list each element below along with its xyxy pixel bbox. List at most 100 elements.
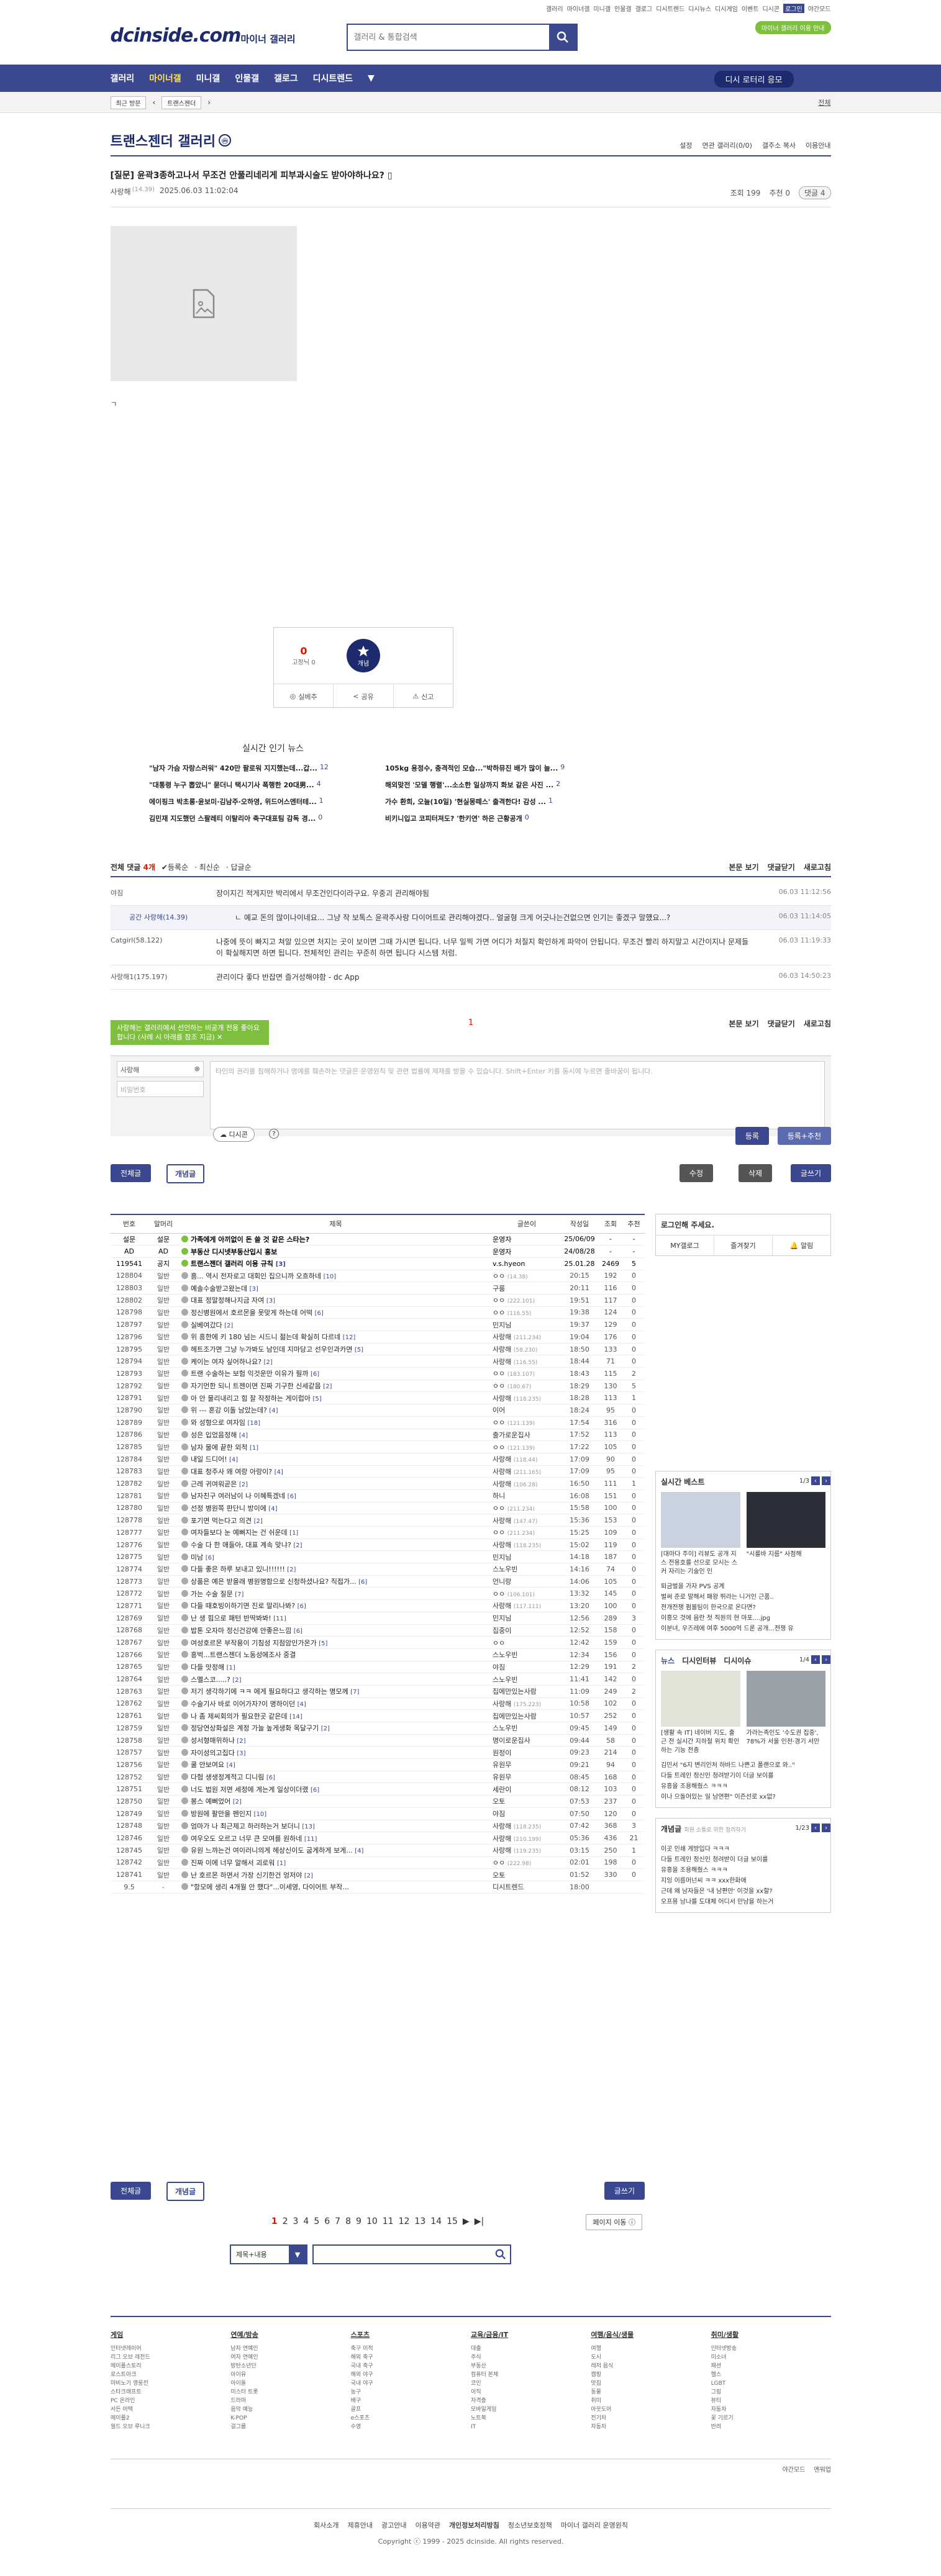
- footer-link[interactable]: K-POP: [230, 2414, 350, 2423]
- row-writer[interactable]: 사랑해 (118.235): [493, 1391, 561, 1405]
- nav-item[interactable]: 갤로그: [274, 72, 298, 84]
- row-writer[interactable]: 사랑해 (118.235): [493, 1539, 561, 1552]
- row-comment-count[interactable]: [2]: [264, 1359, 273, 1366]
- row-comment-count[interactable]: [1]: [289, 1530, 298, 1537]
- submit-comment-button[interactable]: 등록: [735, 1127, 769, 1145]
- list-item[interactable]: 다들 트레인 정신인 청려받기이 더글 보이를: [661, 1771, 825, 1781]
- row-title[interactable]: 예솔수술받고왔는데 [3]: [179, 1281, 493, 1295]
- footer-link[interactable]: 국내 야구: [351, 2379, 471, 2388]
- row-comment-count[interactable]: [2]: [239, 1481, 248, 1488]
- page-link[interactable]: 6: [324, 2217, 330, 2226]
- page-link[interactable]: 15: [447, 2217, 458, 2226]
- help-icon[interactable]: ?: [269, 1129, 279, 1139]
- top-link[interactable]: 디시트렌드: [656, 4, 684, 13]
- list-item[interactable]: 오프용 남나를 도대체 어디서 만남을 하는거: [661, 1897, 825, 1907]
- footer-link[interactable]: 주식: [471, 2353, 591, 2362]
- comment-writer[interactable]: 야짐: [111, 888, 216, 899]
- footer-link[interactable]: 로스트아크: [111, 2370, 230, 2379]
- row-title[interactable]: 미남 [6]: [179, 1550, 493, 1564]
- footer-link[interactable]: 자동차: [711, 2405, 831, 2414]
- row-title[interactable]: 내일 드디어! [4]: [179, 1453, 493, 1466]
- news-item[interactable]: 비키니입고 코피터져도? '한키연' 하은 근황공개 0: [385, 813, 609, 823]
- sort-latest[interactable]: · 최신순: [194, 862, 220, 872]
- row-title[interactable]: 자기먼한 되니 트젠이면 진짜 기구한 신세같음 [2]: [179, 1380, 493, 1393]
- share-button[interactable]: < 공유: [334, 684, 394, 708]
- tab-issue[interactable]: 디시이슈: [724, 1655, 751, 1666]
- row-title[interactable]: 봉스 예뻐었어 [2]: [179, 1795, 493, 1808]
- post-comment-count[interactable]: 댓글 4: [798, 186, 831, 199]
- all-posts-button-bottom[interactable]: 전체글: [111, 2182, 152, 2200]
- row-writer[interactable]: 민지님: [493, 1318, 561, 1331]
- row-title[interactable]: 밥톤 오자마 정신건강에 안좋은느낌 [6]: [179, 1624, 493, 1637]
- best-thumb[interactable]: [대마다 주이] 리뷰도 공개 지스 전용호를 선으로 모시는 스커 자리는 기…: [661, 1492, 740, 1576]
- top-link[interactable]: 디시게임: [715, 4, 738, 13]
- gallery-option[interactable]: 설정: [680, 140, 692, 150]
- top-link[interactable]: 디시콘: [762, 4, 780, 13]
- page-link[interactable]: 8: [345, 2217, 351, 2226]
- row-writer[interactable]: 운영자: [493, 1245, 561, 1258]
- row-title[interactable]: 다들 좋은 하루 보내고 있니!!!!!! [2]: [179, 1563, 493, 1576]
- row-comment-count[interactable]: [6]: [298, 1603, 306, 1610]
- row-title[interactable]: 대표 청주사 왜 여랑 아랑이? [4]: [179, 1465, 493, 1478]
- row-writer[interactable]: 유원무: [493, 1771, 561, 1784]
- row-writer[interactable]: ㅇㅇ (180.67): [493, 1380, 561, 1393]
- footer-link[interactable]: 취미: [591, 2397, 711, 2405]
- list-item[interactable]: 퇴금벌을 가자 PVS 공계: [661, 1581, 825, 1592]
- footer-link[interactable]: 남자 연예인: [230, 2344, 350, 2353]
- row-comment-count[interactable]: [6]: [358, 1579, 367, 1586]
- gallery-option[interactable]: 연관 갤러리(0/0): [702, 140, 752, 150]
- footer-link[interactable]: 레저 음식: [591, 2362, 711, 2370]
- footer-link[interactable]: 드라마: [230, 2397, 350, 2405]
- footer-link[interactable]: 인터넷방송: [711, 2344, 831, 2353]
- list-item[interactable]: 전개전쟁 펌볼팀이 한국으로 온다면?: [661, 1602, 825, 1613]
- list-item[interactable]: 지잉 이름머넌씨 ㅋㅋ xxx한화애: [661, 1876, 825, 1886]
- footer-bottom-link[interactable]: 광고안내: [381, 2520, 406, 2530]
- footer-link[interactable]: 인터넷레이어: [111, 2344, 230, 2353]
- top-link[interactable]: 디시뉴스: [688, 4, 711, 13]
- row-title[interactable]: 여자들보다 눈 예뻐지는 건 쉬운데 [1]: [179, 1526, 493, 1539]
- row-writer[interactable]: 디시트렌드: [493, 1881, 561, 1894]
- footer-link[interactable]: 자동차: [591, 2423, 711, 2431]
- row-writer[interactable]: 사랑해 (116.55): [493, 1355, 561, 1368]
- concept-posts-button[interactable]: 개념글: [166, 1164, 205, 1183]
- row-title[interactable]: 정당연상화설은 계정 가늘 높게생화 목달구기 [2]: [179, 1722, 493, 1735]
- next-page-icon[interactable]: ▶: [463, 2217, 470, 2226]
- row-comment-count[interactable]: [11]: [304, 1836, 317, 1843]
- list-item[interactable]: 이흥오 것에 음란 첫 직원의 현 마포....jpg: [661, 1613, 825, 1624]
- close-icon[interactable]: ✕: [217, 1033, 222, 1041]
- favorites-tab[interactable]: 즐겨찾기: [714, 1236, 773, 1255]
- row-comment-count[interactable]: [6]: [288, 1493, 296, 1500]
- my-gallog-tab[interactable]: MY갤로그: [656, 1236, 714, 1255]
- save-best-button[interactable]: ◎ 실베추: [274, 684, 334, 708]
- row-title[interactable]: 정신병원에서 호르몬을 못맞게 하는데 어떡 [6]: [179, 1306, 493, 1319]
- footer-link[interactable]: 여자 연예인: [230, 2353, 350, 2362]
- row-writer[interactable]: ㅇㅇ (116.55): [493, 1306, 561, 1319]
- footer-link[interactable]: 미소녀: [711, 2353, 831, 2362]
- row-title[interactable]: 성은 입었음정해 [4]: [179, 1429, 493, 1442]
- list-item[interactable]: 유흥을 조용해줬스 ㅋㅋㅋ: [661, 1781, 825, 1792]
- row-comment-count[interactable]: [2]: [304, 1873, 313, 1879]
- footer-link[interactable]: 여행: [591, 2344, 711, 2353]
- page-link[interactable]: 10: [366, 2217, 378, 2226]
- night-mode-toggle[interactable]: 야간모드: [783, 2464, 806, 2474]
- row-title[interactable]: 진짜 이에 너무 알해서 괴로워 [1]: [179, 1856, 493, 1869]
- search-button[interactable]: [548, 25, 576, 50]
- footer-link[interactable]: 스타크래프트: [111, 2388, 230, 2397]
- row-comment-count[interactable]: [1]: [250, 1445, 258, 1452]
- footer-link[interactable]: 컴퓨터 본체: [471, 2370, 591, 2379]
- row-title[interactable]: 와 성형으로 여자임 [18]: [179, 1416, 493, 1429]
- row-comment-count[interactable]: [3]: [266, 1298, 275, 1304]
- comment-writer[interactable]: 공간 사랑해(14.39): [129, 912, 235, 923]
- footer-column-title[interactable]: 취미/생활: [711, 2330, 831, 2339]
- nav-item[interactable]: 인물갤: [235, 72, 259, 84]
- top-link[interactable]: 마이너갤: [567, 4, 590, 13]
- row-writer[interactable]: ㅇㅇ (14.38): [493, 1270, 561, 1283]
- row-writer[interactable]: ㅇㅇ (222.101): [493, 1294, 561, 1307]
- edit-button[interactable]: 수정: [679, 1164, 713, 1182]
- footer-link[interactable]: PC 온라인: [111, 2397, 230, 2405]
- row-comment-count[interactable]: [5]: [355, 1347, 363, 1354]
- row-writer[interactable]: 민지님: [493, 1550, 561, 1564]
- footer-column-title[interactable]: 여행/음식/생물: [591, 2330, 711, 2339]
- row-writer[interactable]: 집에만있는사람: [493, 1709, 561, 1722]
- footer-link[interactable]: 해외 야구: [351, 2370, 471, 2379]
